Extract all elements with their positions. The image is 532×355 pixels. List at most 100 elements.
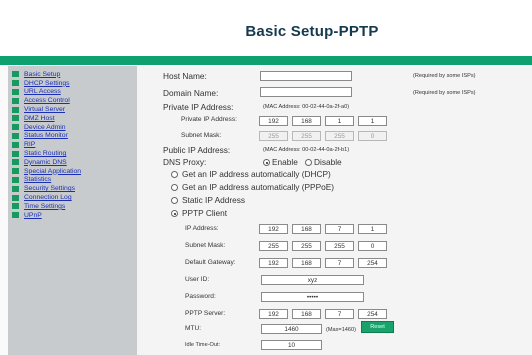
sidebar-item-basic-setup[interactable]: Basic Setup <box>12 70 137 79</box>
sidebar-item-upnp[interactable]: UPnP <box>12 211 137 220</box>
private-ip-octet-2[interactable]: 168 <box>292 116 321 126</box>
sidebar-item-label[interactable]: Security Settings <box>24 185 75 192</box>
sidebar-item-label[interactable]: Virtual Server <box>24 106 65 113</box>
subnet-octet-3[interactable]: 255 <box>325 131 354 141</box>
gateway-octet-1[interactable]: 192 <box>259 258 288 268</box>
sidebar-item-security-settings[interactable]: Security Settings <box>12 184 137 193</box>
sidebar-item-static-routing[interactable]: Static Routing <box>12 149 137 158</box>
ip-octet-3[interactable]: 7 <box>325 224 354 234</box>
password-input[interactable]: ••••• <box>261 292 364 302</box>
sidebar-item-label[interactable]: UPnP <box>24 212 42 219</box>
sidebar-item-dmz-host[interactable]: DMZ Host <box>12 114 137 123</box>
option-static-label: Static IP Address <box>182 195 246 205</box>
sidebar-item-label[interactable]: Static Routing <box>24 150 66 157</box>
private-ip-octet-4[interactable]: 1 <box>358 116 387 126</box>
domain-name-label: Domain Name: <box>163 88 219 98</box>
mtu-input[interactable]: 1460 <box>261 324 322 334</box>
gateway-octet-3[interactable]: 7 <box>325 258 354 268</box>
arrow-bullet-icon <box>12 150 19 157</box>
sidebar-item-label[interactable]: Basic Setup <box>24 71 60 78</box>
sidebar-item-special-application[interactable]: Special Application <box>12 167 137 176</box>
sidebar-item-label[interactable]: Device Admin <box>24 124 66 131</box>
option-static-radio[interactable] <box>171 197 178 204</box>
pptp-server-octet-4[interactable]: 254 <box>358 309 387 319</box>
sidebar-item-access-control[interactable]: Access Control <box>12 96 137 105</box>
private-ip-sub-label: Private IP Address: <box>181 116 237 123</box>
sidebar-item-device-admin[interactable]: Device Admin <box>12 123 137 132</box>
dns-disable-label: Disable <box>314 157 342 167</box>
subnet-octet-4[interactable]: 0 <box>358 131 387 141</box>
option-dhcp-label: Get an IP address automatically (DHCP) <box>182 169 331 179</box>
pptp-subnet-label: Subnet Mask: <box>185 242 226 249</box>
sidebar-item-label[interactable]: Access Control <box>24 97 70 104</box>
sidebar-item-connection-log[interactable]: Connection Log <box>12 193 137 202</box>
user-id-input[interactable]: xyz <box>261 275 364 285</box>
subnet-octet-2[interactable]: 255 <box>292 131 321 141</box>
private-ip-octet-1[interactable]: 192 <box>259 116 288 126</box>
option-dhcp-radio[interactable] <box>171 171 178 178</box>
pptp-subnet-octet-4[interactable]: 0 <box>358 241 387 251</box>
sidebar-item-label[interactable]: Statistics <box>24 176 51 183</box>
pptp-server-label: PPTP Server: <box>185 310 226 317</box>
pptp-server-octet-1[interactable]: 192 <box>259 309 288 319</box>
private-ip-octet-3[interactable]: 1 <box>325 116 354 126</box>
sidebar-item-label[interactable]: Time Settings <box>24 203 65 210</box>
arrow-bullet-icon <box>12 176 19 183</box>
arrow-bullet-icon <box>12 106 19 113</box>
public-ip-label: Public IP Address: <box>163 145 231 155</box>
arrow-bullet-icon <box>12 203 19 210</box>
dns-enable-radio[interactable] <box>263 159 270 166</box>
option-pptp-radio[interactable] <box>171 210 178 217</box>
sidebar-menu: Basic Setup DHCP Settings URL Access Access… <box>8 66 137 220</box>
gateway-octet-4[interactable]: 254 <box>358 258 387 268</box>
pptp-subnet-octet-2[interactable]: 255 <box>292 241 321 251</box>
dns-disable-radio[interactable] <box>305 159 312 166</box>
ip-octet-4[interactable]: 1 <box>358 224 387 234</box>
subnet-octet-1[interactable]: 255 <box>259 131 288 141</box>
sidebar-item-statistics[interactable]: Statistics <box>12 176 137 185</box>
ip-octet-1[interactable]: 192 <box>259 224 288 234</box>
gateway-label: Default Gateway: <box>185 259 236 266</box>
arrow-bullet-icon <box>12 132 19 139</box>
sidebar-item-time-settings[interactable]: Time Settings <box>12 202 137 211</box>
arrow-bullet-icon <box>12 115 19 122</box>
sidebar-item-url-access[interactable]: URL Access <box>12 88 137 97</box>
option-pptp-label: PPTP Client <box>182 208 228 218</box>
domain-name-input[interactable] <box>260 87 352 97</box>
sidebar-item-label[interactable]: RIP <box>24 141 35 148</box>
sidebar-item-label[interactable]: Connection Log <box>24 194 72 201</box>
ip-octet-2[interactable]: 168 <box>292 224 321 234</box>
sidebar-item-label[interactable]: Special Application <box>24 168 81 175</box>
option-pppoe-radio[interactable] <box>171 184 178 191</box>
arrow-bullet-icon <box>12 212 19 219</box>
sidebar-item-label[interactable]: Status Monitor <box>24 132 68 139</box>
sidebar-item-dynamic-dns[interactable]: Dynamic DNS <box>12 158 137 167</box>
required-note-host: (Required by some ISPs) <box>413 73 476 79</box>
router-setup-page: Basic Setup-PPTP Basic Setup DHCP Setting… <box>0 0 532 355</box>
gateway-octet-2[interactable]: 168 <box>292 258 321 268</box>
private-ip-label: Private IP Address: <box>163 102 234 112</box>
pptp-subnet-octet-3[interactable]: 255 <box>325 241 354 251</box>
sidebar-item-label[interactable]: URL Access <box>24 88 61 95</box>
sidebar-item-dhcp-settings[interactable]: DHCP Settings <box>12 79 137 88</box>
mtu-note: (Max=1460) <box>326 327 357 333</box>
reset-button[interactable]: Reset <box>361 321 394 333</box>
sidebar-item-rip[interactable]: RIP <box>12 140 137 149</box>
pptp-server-octet-2[interactable]: 168 <box>292 309 321 319</box>
arrow-bullet-icon <box>12 71 19 78</box>
sidebar-item-status-monitor[interactable]: Status Monitor <box>12 132 137 141</box>
sidebar-item-label[interactable]: DMZ Host <box>24 115 55 122</box>
required-note-domain: (Required by some ISPs) <box>413 90 476 96</box>
host-name-label: Host Name: <box>163 71 207 81</box>
dns-enable-label: Enable <box>272 157 298 167</box>
host-name-input[interactable] <box>260 71 352 81</box>
header-accent-bar <box>0 56 532 65</box>
sidebar-item-virtual-server[interactable]: Virtual Server <box>12 105 137 114</box>
sidebar-item-label[interactable]: Dynamic DNS <box>24 159 67 166</box>
arrow-bullet-icon <box>12 97 19 104</box>
pptp-subnet-octet-1[interactable]: 255 <box>259 241 288 251</box>
sidebar-item-label[interactable]: DHCP Settings <box>24 80 70 87</box>
pptp-server-octet-3[interactable]: 7 <box>325 309 354 319</box>
idle-timeout-input[interactable]: 10 <box>261 340 322 350</box>
arrow-bullet-icon <box>12 194 19 201</box>
